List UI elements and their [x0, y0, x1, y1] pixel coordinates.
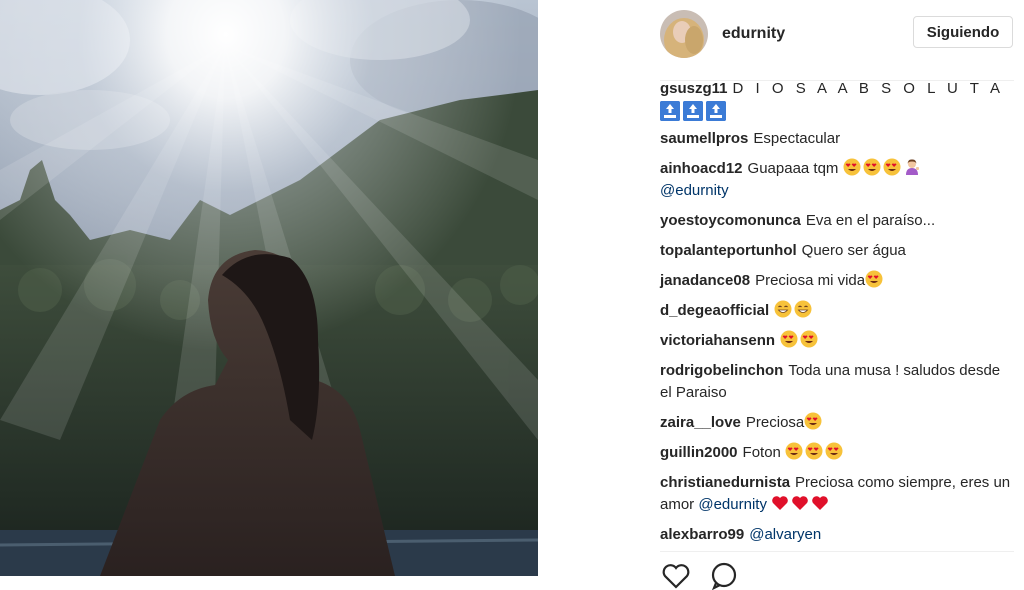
- comment-username[interactable]: topalanteportunhol: [660, 242, 797, 259]
- comment-text: D I O S A A B S O L U T A: [732, 80, 1005, 97]
- action-bar: [660, 560, 760, 590]
- heart-eyes-emoji: [804, 412, 822, 430]
- actions-divider: [660, 551, 1014, 552]
- mention-link[interactable]: @alvaryen: [749, 526, 821, 543]
- grinning-emoji: [774, 300, 792, 318]
- mention-link[interactable]: @edurnity: [698, 496, 767, 513]
- comment-username[interactable]: victoriahansenn: [660, 332, 775, 349]
- top-arrow-emoji: [706, 101, 726, 122]
- comment-item: janadance08 Preciosa mi vida: [660, 270, 1014, 292]
- comment-item: zaira__love Preciosa: [660, 412, 1014, 434]
- comment-username[interactable]: janadance08: [660, 272, 750, 289]
- post-photo[interactable]: [0, 0, 538, 576]
- comment-text: Quero ser água: [801, 242, 906, 259]
- heart-eyes-emoji: [843, 158, 861, 176]
- comment-text: Eva en el paraíso...: [805, 212, 936, 229]
- comment-text: Preciosa mi vida: [755, 272, 866, 289]
- comment-username[interactable]: yoestoycomonunca: [660, 212, 801, 229]
- comment-item: guillin2000 Foton: [660, 442, 1014, 464]
- red-heart-emoji: [772, 496, 788, 510]
- comment-item: ainhoacd12 Guapaaa tqm @edurnity: [660, 158, 1014, 202]
- post-side-panel: edurnity Siguiendo gsuszg11 D I O S A A B…: [538, 0, 1024, 590]
- heart-eyes-emoji: [780, 330, 798, 348]
- comment-item: alexbarro99 @alvaryen: [660, 524, 1014, 546]
- comment-item: yoestoycomonunca Eva en el paraíso...: [660, 210, 1014, 232]
- comment-username[interactable]: saumellpros: [660, 130, 748, 147]
- comment-text: Espectacular: [753, 130, 841, 147]
- red-heart-emoji: [792, 496, 808, 510]
- heart-eyes-emoji: [825, 442, 843, 460]
- red-heart-emoji: [812, 496, 828, 510]
- comment-username[interactable]: guillin2000: [660, 444, 738, 461]
- comment-bubble-icon[interactable]: [708, 560, 740, 590]
- comment-text: Guapaaa tqm: [747, 160, 839, 177]
- heart-eyes-emoji: [785, 442, 803, 460]
- post-username[interactable]: edurnity: [722, 25, 785, 43]
- comment-username[interactable]: gsuszg11: [660, 80, 728, 97]
- comment-list: gsuszg11 D I O S A A B S O L U T A saumel…: [660, 78, 1014, 554]
- comment-text: Foton: [742, 444, 781, 461]
- comment-username[interactable]: christianedurnista: [660, 474, 790, 491]
- comment-username[interactable]: zaira__love: [660, 414, 741, 431]
- top-arrow-emoji: [660, 101, 680, 122]
- woman-tipping-hand-emoji: [905, 159, 919, 175]
- mention-link[interactable]: @edurnity: [660, 182, 729, 199]
- comment-text: Preciosa: [745, 414, 805, 431]
- avatar[interactable]: [660, 10, 708, 58]
- following-button[interactable]: Siguiendo: [913, 16, 1013, 48]
- grinning-emoji: [794, 300, 812, 318]
- top-arrow-emoji: [683, 101, 703, 122]
- comment-username[interactable]: rodrigobelinchon: [660, 362, 783, 379]
- heart-outline-icon[interactable]: [660, 560, 692, 590]
- comment-item: christianedurnista Preciosa como siempre,…: [660, 472, 1014, 516]
- heart-eyes-emoji: [883, 158, 901, 176]
- heart-eyes-emoji: [800, 330, 818, 348]
- comment-username[interactable]: alexbarro99: [660, 526, 744, 543]
- comment-item: topalanteportunhol Quero ser água: [660, 240, 1014, 262]
- comment-item: gsuszg11 D I O S A A B S O L U T A: [660, 78, 1014, 122]
- heart-eyes-emoji: [863, 158, 881, 176]
- comment-item: rodrigobelinchon Toda una musa ! saludos …: [660, 360, 1014, 404]
- heart-eyes-emoji: [865, 270, 883, 288]
- comment-item: saumellpros Espectacular: [660, 128, 1014, 150]
- top-emoji-row: [660, 100, 1014, 122]
- comment-item: d_degeaofficial: [660, 300, 1014, 322]
- comment-username[interactable]: ainhoacd12: [660, 160, 743, 177]
- comment-username[interactable]: d_degeaofficial: [660, 302, 769, 319]
- heart-eyes-emoji: [805, 442, 823, 460]
- comment-item: victoriahansenn: [660, 330, 1014, 352]
- post-header: edurnity Siguiendo: [538, 0, 1024, 70]
